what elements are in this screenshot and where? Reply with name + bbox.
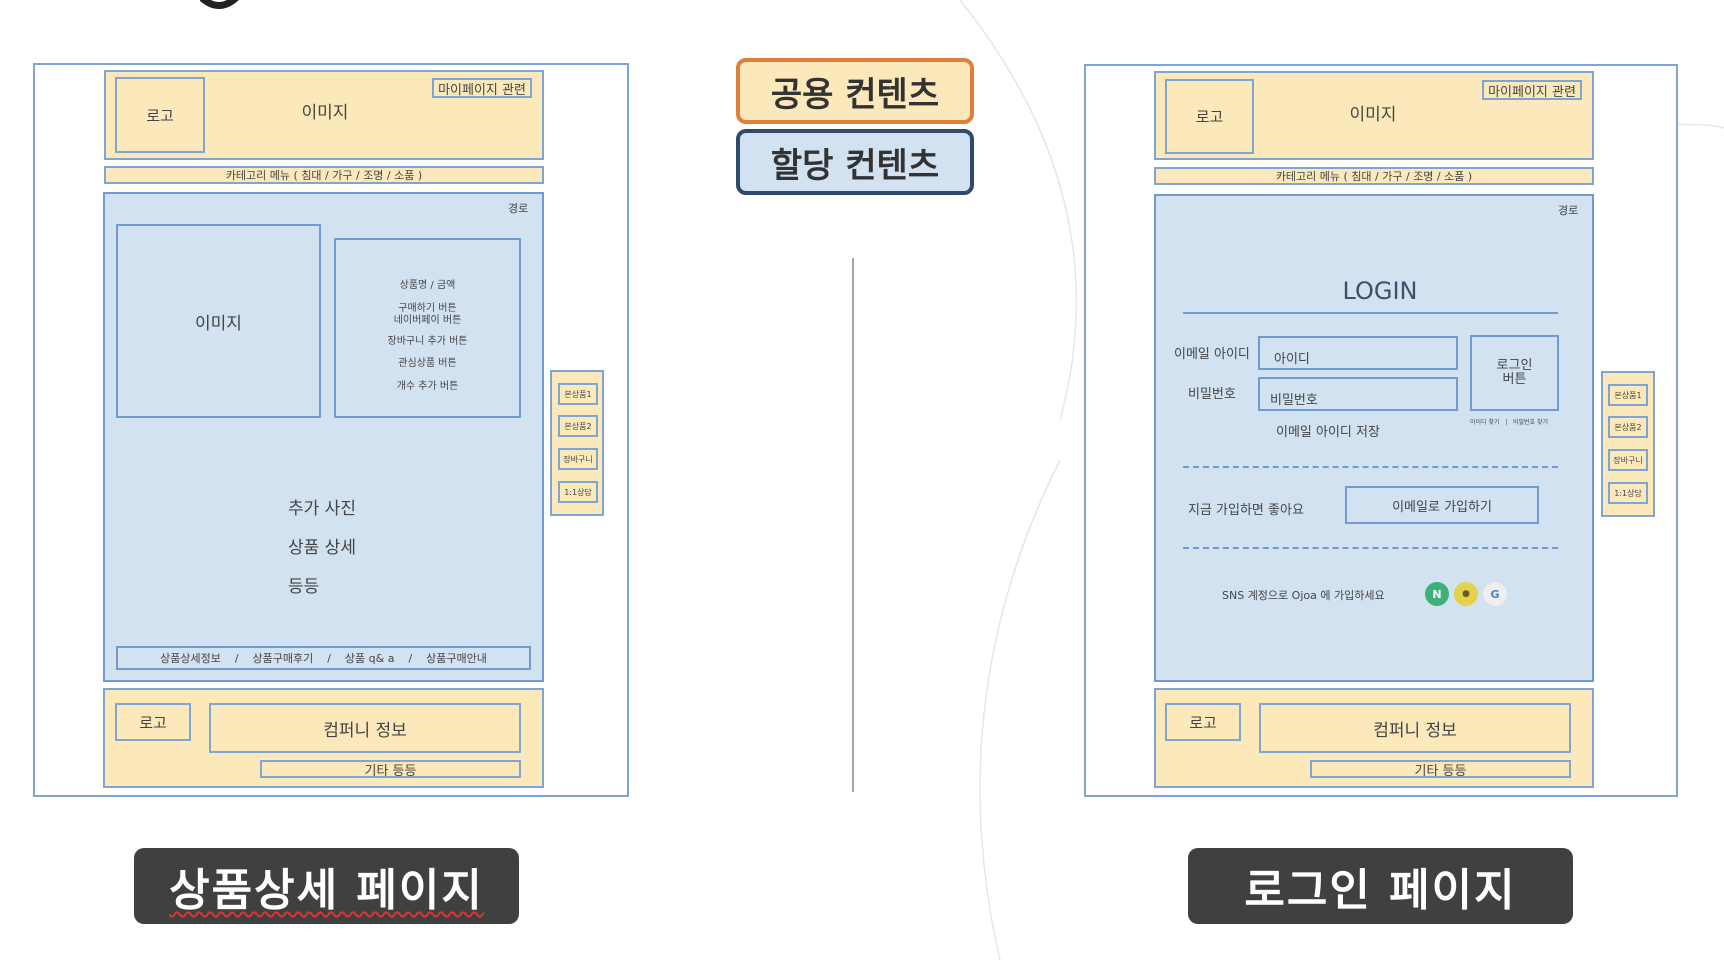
product-side-item-3[interactable]: 장바구니 [558,448,598,470]
product-side-item-4[interactable]: 1:1상담 [558,481,598,503]
email-input[interactable]: 아이디 [1258,336,1458,370]
kakao-icon[interactable]: ● [1454,582,1478,606]
sns-join-prompt: SNS 계정으로 Ojoa 에 가입하세요 [1222,589,1385,602]
product-header-image: 이미지 [301,102,349,123]
naver-icon[interactable]: N [1425,582,1449,606]
wishlist-button[interactable]: 관심상품 버튼 [336,354,519,369]
product-route: 경로 [508,202,529,215]
password-input[interactable]: 비밀번호 [1258,377,1458,411]
product-footer-company: 컴퍼니 정보 [209,703,521,753]
login-header-logo[interactable]: 로고 [1165,79,1254,154]
save-email-id-checkbox[interactable]: 이메일 아이디 저장 [1276,421,1380,440]
add-cart-button[interactable]: 장바구니 추가 버튼 [336,332,519,347]
login-side-item-3[interactable]: 장바구니 [1608,449,1648,471]
login-footer-company: 컴퍼니 정보 [1259,703,1571,753]
login-footer-etc: 기타 등등 [1310,760,1571,779]
legend-assigned: 할당 컨텐츠 [736,129,974,195]
product-info-box: 상품명 / 금액 구매하기 버튼 네이버페이 버튼 장바구니 추가 버튼 관심상… [334,238,521,418]
login-footer-logo: 로고 [1165,703,1241,741]
product-main-image: 이미지 [116,224,321,418]
product-mypage-link[interactable]: 마이페이지 관련 [432,78,532,98]
login-mypage-link[interactable]: 마이페이지 관련 [1482,80,1582,100]
product-page-caption-text: 상품상세 페이지 [169,865,484,916]
login-divider-2 [1183,547,1558,549]
product-tabs[interactable]: 상품상세정보 / 상품구매후기 / 상품 q& a / 상품구매안내 [116,646,531,670]
find-id-password-links[interactable]: 아이디 찾기 | 비밀번호 찾기 [1470,417,1548,426]
product-side-item-1[interactable]: 본상품1 [558,383,598,405]
login-divider-1 [1183,466,1558,468]
login-category-menu[interactable]: 카테고리 메뉴 ( 침대 / 가구 / 조명 / 소품 ) [1154,167,1594,185]
email-label: 이메일 아이디 [1174,347,1250,362]
login-side-item-1[interactable]: 본상품1 [1608,384,1648,406]
product-detail-text: 상품 상세 [288,538,356,558]
product-extra-photos: 추가 사진 [288,499,356,519]
product-footer-etc: 기타 등등 [260,760,521,779]
login-button[interactable]: 로그인 버튼 [1470,335,1559,411]
password-label: 비밀번호 [1188,387,1236,402]
login-title: LOGIN [1342,277,1418,305]
login-title-underline [1183,312,1558,314]
product-header-logo[interactable]: 로고 [115,77,205,153]
product-category-menu[interactable]: 카테고리 메뉴 ( 침대 / 가구 / 조명 / 소품 ) [104,166,544,184]
product-side-item-2[interactable]: 본상품2 [558,415,598,437]
email-join-button[interactable]: 이메일로 가입하기 [1345,486,1539,524]
login-side-item-2[interactable]: 본상품2 [1608,416,1648,438]
google-icon[interactable]: G [1483,582,1507,606]
login-route: 경로 [1558,204,1579,217]
join-prompt: 지금 가입하면 좋아요 [1188,503,1304,518]
heading-fragment [190,0,250,10]
naverpay-button[interactable]: 네이버페이 버튼 [336,311,519,326]
login-header-image: 이미지 [1349,104,1397,125]
login-page-caption-text: 로그인 페이지 [1244,865,1517,916]
product-footer-logo: 로고 [115,703,191,741]
product-etc-text: 등등 [288,577,320,597]
product-page-caption: 상품상세 페이지 [134,848,519,924]
legend-shared: 공용 컨텐츠 [736,58,974,124]
product-name-price: 상품명 / 금액 [399,280,456,291]
login-side-item-4[interactable]: 1:1상담 [1608,482,1648,504]
quantity-button[interactable]: 개수 추가 버튼 [336,377,519,392]
login-page-caption: 로그인 페이지 [1188,848,1573,924]
